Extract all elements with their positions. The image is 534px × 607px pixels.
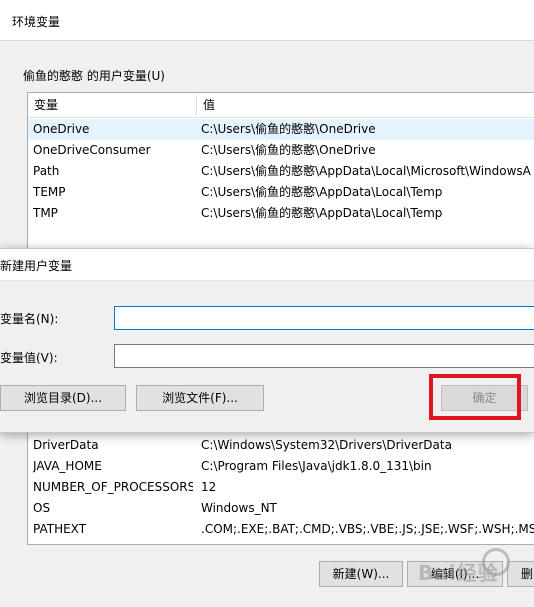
highlight-annotation-box [429,374,521,420]
user-vars-group-label: 偷鱼的憨憨 的用户变量(U) [23,69,165,83]
var-value: C:\Users\偷鱼的憨憨\AppData\Local\Temp [201,185,443,199]
var-value: .COM;.EXE;.BAT;.CMD;.VBS;.VBE;.JS;.JSE;.… [201,522,534,536]
paw-icon [482,548,510,576]
var-value: Windows_NT [201,501,277,515]
var-value-input[interactable] [114,344,534,368]
var-name: PATHEXT [33,522,87,536]
var-name: OneDrive [33,122,90,136]
window-title-bar [0,0,534,41]
var-name: Path [33,164,60,178]
var-value-label: 变量值(V): [0,351,58,365]
var-value: C:\Users\偷鱼的憨憨\OneDrive [201,122,376,136]
browse-directory-button[interactable]: 浏览目录(D)... [0,385,126,411]
var-name: JAVA_HOME [33,459,102,473]
list-item[interactable]: OneDriveConsumer C:\Users\偷鱼的憨憨\OneDrive [28,140,534,161]
list-item[interactable]: DriverData C:\Windows\System32\Drivers\D… [28,435,534,456]
var-name: OneDriveConsumer [33,143,151,157]
var-value: C:\Windows\System32\Drivers\DriverData [201,438,452,452]
browse-file-button[interactable]: 浏览文件(F)... [136,385,264,411]
user-vars-header: 变量 值 [28,93,534,118]
list-item[interactable]: Path C:\Users\偷鱼的憨憨\AppData\Local\Micros… [28,161,534,182]
dialog-title-bar[interactable]: 新建用户变量 [0,249,534,281]
list-item[interactable]: TMP C:\Users\偷鱼的憨憨\AppData\Local\Temp [28,203,534,224]
user-vars-list[interactable]: 变量 值 OneDrive C:\Users\偷鱼的憨憨\OneDrive On… [27,92,534,254]
var-value: C:\Users\偷鱼的憨憨\AppData\Local\Temp [201,206,443,220]
var-name: OS [33,501,51,515]
var-name: TMP [33,206,58,220]
var-name-input[interactable] [114,306,534,330]
delete-system-var-button[interactable]: 删 [507,561,534,587]
var-value: C:\Users\偷鱼的憨憨\AppData\Local\Microsoft\W… [201,164,531,178]
var-value: C:\Users\偷鱼的憨憨\OneDrive [201,143,376,157]
list-item[interactable]: OS Windows_NT [28,498,534,519]
var-value: 12 [201,480,217,494]
list-item[interactable]: JAVA_HOME C:\Program Files\Java\jdk1.8.0… [28,456,534,477]
dialog-title: 新建用户变量 [0,259,73,273]
list-item[interactable]: NUMBER_OF_PROCESSORS 12 [28,477,534,498]
header-value[interactable]: 值 [203,93,534,117]
window-title: 环境变量 [12,15,61,29]
var-name-label: 变量名(N): [0,312,59,326]
new-system-var-button[interactable]: 新建(W)... [319,561,403,587]
list-item[interactable]: TEMP C:\Users\偷鱼的憨憨\AppData\Local\Temp [28,182,534,203]
var-name: TEMP [33,185,66,199]
new-user-var-dialog: 新建用户变量 变量名(N): 变量值(V): 浏览目录(D)... 浏览文件(F… [0,248,534,433]
header-divider[interactable] [196,95,197,115]
list-item[interactable]: OneDrive C:\Users\偷鱼的憨憨\OneDrive [28,119,534,140]
var-value: C:\Program Files\Java\jdk1.8.0_131\bin [201,459,432,473]
var-name: DriverData [33,438,99,452]
header-variable[interactable]: 变量 [34,93,194,117]
list-item[interactable]: PATHEXT .COM;.EXE;.BAT;.CMD;.VBS;.VBE;.J… [28,519,534,540]
var-name: NUMBER_OF_PROCESSORS [33,480,193,494]
